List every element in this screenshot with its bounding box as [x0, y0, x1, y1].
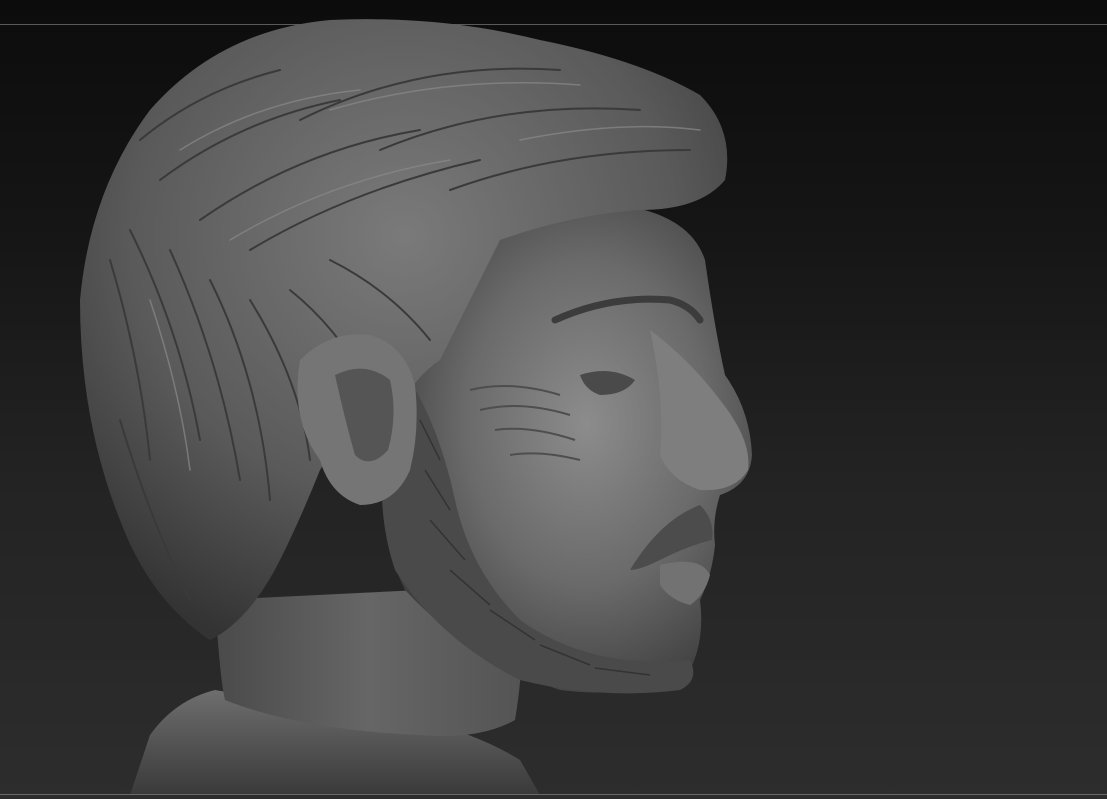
sculpted-head-model[interactable] — [0, 0, 1107, 799]
sculpt-viewport[interactable] — [0, 0, 1107, 799]
viewport-frame-bottom — [0, 794, 1107, 795]
